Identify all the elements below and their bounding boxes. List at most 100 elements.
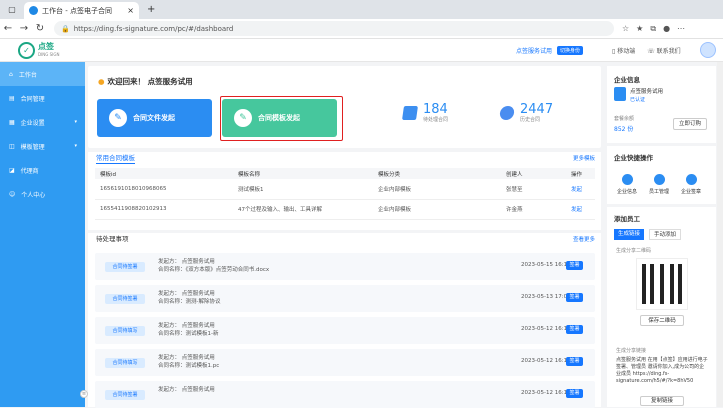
sign-button[interactable]: 签署 bbox=[566, 261, 583, 270]
sign-button[interactable]: 签署 bbox=[566, 325, 583, 334]
todo-status-tag: 合同待签署 bbox=[105, 294, 145, 304]
todo-panel: 待处理事项 查看更多 合同待签署 发起方： 点签服务试用 合同名称：《双方本版》点… bbox=[88, 233, 601, 408]
sign-button[interactable]: 签署 bbox=[566, 293, 583, 302]
browser-tab-bar: ▢ 工作台 - 点签电子合同 × + bbox=[0, 0, 723, 19]
sidebar-item-contracts[interactable]: ▤ 合同管理 bbox=[0, 86, 85, 110]
more-templates-link[interactable]: 更多模板 bbox=[573, 154, 595, 162]
list-item[interactable]: 合同待签署 发起方： 点签服务试用 2023-05-12 16:15 签署 bbox=[95, 381, 595, 408]
browser-tab[interactable]: 工作台 - 点签电子合同 × bbox=[24, 2, 139, 19]
quick-company-info[interactable]: 企业信息 bbox=[617, 174, 637, 195]
qr-code bbox=[636, 258, 688, 310]
tab-title: 工作台 - 点签电子合同 bbox=[42, 6, 112, 15]
list-item[interactable]: 合同待签署 发起方： 点签服务试用 合同名称：《双方本版》点签劳动合同书.docx… bbox=[95, 253, 595, 280]
company-info-icon bbox=[621, 174, 633, 185]
col-creator: 创建人 bbox=[501, 168, 566, 179]
list-item[interactable]: 合同待填写 发起方： 点签服务试用 合同名称：测试模板1.pc 2023-05-1… bbox=[95, 349, 595, 376]
sidebar-item-dashboard[interactable]: ⌂ 工作台 bbox=[0, 62, 85, 86]
qr-label: 生成分享二维码 bbox=[616, 248, 652, 254]
url-field[interactable]: 🔒 https://ding.fs-signature.com/pc/#/das… bbox=[54, 21, 614, 36]
view-more-link[interactable]: 查看更多 bbox=[573, 235, 595, 243]
company-info-panel: 企业信息 点签服务试用 已认证 套餐余额 852 份 立即订购 bbox=[607, 66, 716, 143]
address-bar-row: ← → ↻ 🔒 https://ding.fs-signature.com/pc… bbox=[0, 19, 723, 39]
sign-button[interactable]: 签署 bbox=[566, 389, 583, 398]
more-icon[interactable]: ⋯ bbox=[677, 24, 685, 34]
extensions-icon[interactable]: ⧉ bbox=[650, 24, 656, 34]
org-name: 点签服务试用 bbox=[516, 48, 553, 55]
list-item[interactable]: 合同待填写 发起方： 点签服务试用 合同名称：测试模板1-新 2023-05-12… bbox=[95, 317, 595, 344]
link-label: 生成分享链接 bbox=[616, 348, 647, 354]
browser-toolbar: ☆ ★ ⧉ ● ⋯ bbox=[622, 24, 685, 34]
avatar[interactable] bbox=[700, 42, 716, 58]
balance-value: 852 份 bbox=[614, 126, 634, 133]
sidebar-item-profile[interactable]: ☺ 个人中心 bbox=[0, 182, 85, 206]
profile-icon[interactable]: ● bbox=[663, 24, 670, 34]
refresh-icon[interactable]: ↻ bbox=[32, 23, 48, 34]
quick-staff[interactable]: 员工管理 bbox=[649, 174, 669, 195]
sidebar: ⌂ 工作台 ▤ 合同管理 ▦ 企业设置 ▾ ◫ 模板管理 ▾ ◪ 代理商 ☺ 个… bbox=[0, 62, 85, 407]
chevron-down-icon: ▾ bbox=[74, 143, 77, 149]
start-template-link[interactable]: 发起 bbox=[566, 199, 595, 220]
collapse-sidebar-icon[interactable]: ≡ bbox=[80, 390, 88, 398]
start-template-link[interactable]: 发起 bbox=[566, 179, 595, 200]
mobile-link[interactable]: ▯ 移动端 bbox=[612, 46, 635, 55]
site-favicon-icon bbox=[29, 6, 38, 15]
logo-subtext: DING SIGN bbox=[38, 51, 60, 57]
tab-generate-link[interactable]: 生成链接 bbox=[614, 229, 645, 240]
close-tab-icon[interactable]: × bbox=[127, 6, 134, 15]
sidebar-item-templates[interactable]: ◫ 模板管理 ▾ bbox=[0, 134, 85, 158]
quick-actions-title: 企业快捷操作 bbox=[614, 154, 653, 162]
list-item[interactable]: 合同待签署 发起方： 点签服务试用 合同名称：测测-解除协议 2023-05-13… bbox=[95, 285, 595, 312]
highlight-box bbox=[220, 96, 343, 141]
balance-label: 套餐余额 bbox=[614, 116, 635, 122]
home-icon: ⌂ bbox=[9, 70, 13, 78]
logo-text: 点签 bbox=[38, 41, 54, 51]
contact-link[interactable]: ☏ 联系我们 bbox=[647, 46, 680, 55]
history-contract-icon bbox=[499, 106, 515, 120]
new-tab-icon[interactable]: + bbox=[147, 4, 155, 15]
table-row: 1656191018010968065 测试模板1 企业内部模板 张慧至 发起 bbox=[95, 179, 595, 200]
right-panel: 企业信息 点签服务试用 已认证 套餐余额 852 份 立即订购 企业快捷操作 企… bbox=[607, 66, 716, 407]
sidebar-item-agent[interactable]: ◪ 代理商 bbox=[0, 158, 85, 182]
copy-link-button[interactable]: 复制链接 bbox=[640, 396, 684, 406]
logo[interactable]: ✓ 点签 DING SIGN bbox=[18, 42, 59, 59]
star-icon[interactable]: ☆ bbox=[622, 24, 629, 34]
invite-panel: 添加员工 生成链接 手动添加 生成分享二维码 保存二维码 生成分享链接 点签服务… bbox=[607, 207, 716, 407]
col-name: 模板名称 bbox=[233, 168, 373, 179]
table-header-row: 模板id 模板名称 模板分类 创建人 操作 bbox=[95, 168, 595, 179]
todo-status-tag: 合同待填写 bbox=[105, 326, 145, 336]
start-file-contract-button[interactable]: ✎ 合同文件发起 bbox=[97, 99, 212, 137]
save-qr-button[interactable]: 保存二维码 bbox=[640, 315, 684, 326]
user-icon: ☺ bbox=[9, 190, 16, 198]
stat-pending[interactable]: 184 待处理合同 bbox=[402, 103, 448, 123]
scrollbar[interactable] bbox=[717, 62, 723, 407]
templates-tab[interactable]: 常用合同模板 bbox=[96, 152, 135, 164]
favorites-icon[interactable]: ★ bbox=[636, 24, 643, 34]
forward-icon[interactable]: → bbox=[16, 23, 32, 34]
todo-status-tag: 合同待签署 bbox=[105, 390, 145, 400]
company-status: 已认证 bbox=[630, 97, 646, 103]
agent-icon: ◪ bbox=[9, 166, 15, 174]
col-action: 操作 bbox=[566, 168, 595, 179]
document-icon: ▤ bbox=[9, 94, 15, 102]
sidebar-item-enterprise[interactable]: ▦ 企业设置 ▾ bbox=[0, 110, 85, 134]
todo-title: 待处理事项 bbox=[96, 235, 129, 243]
lock-icon: 🔒 bbox=[61, 24, 70, 33]
quick-seal[interactable]: 企业签章 bbox=[681, 174, 701, 195]
org-switcher: 点签服务试用 切换身份 bbox=[516, 46, 584, 55]
templates-table: 模板id 模板名称 模板分类 创建人 操作 165619101801096806… bbox=[95, 168, 595, 220]
chevron-down-icon: ▾ bbox=[74, 119, 77, 125]
window-icon[interactable]: ▢ bbox=[0, 5, 24, 14]
stat-history[interactable]: 2447 历史合同 bbox=[499, 103, 553, 123]
tab-manual-add[interactable]: 手动添加 bbox=[649, 229, 682, 240]
building-icon: ▦ bbox=[9, 118, 15, 126]
template-icon: ◫ bbox=[9, 142, 15, 150]
sign-button[interactable]: 签署 bbox=[566, 357, 583, 366]
welcome-panel: ● 欢迎回来！ 点签服务试用 ✎ 合同文件发起 ✎ 合同模板发起 184 待处理… bbox=[88, 66, 601, 148]
logo-mark-icon: ✓ bbox=[18, 42, 35, 59]
company-info-title: 企业信息 bbox=[614, 76, 640, 84]
switch-identity-button[interactable]: 切换身份 bbox=[557, 46, 584, 55]
company-name: 点签服务试用 bbox=[630, 89, 664, 95]
back-icon[interactable]: ← bbox=[0, 23, 16, 34]
order-now-button[interactable]: 立即订购 bbox=[673, 118, 707, 130]
url-text: https://ding.fs-signature.com/pc/#/dashb… bbox=[73, 24, 234, 33]
